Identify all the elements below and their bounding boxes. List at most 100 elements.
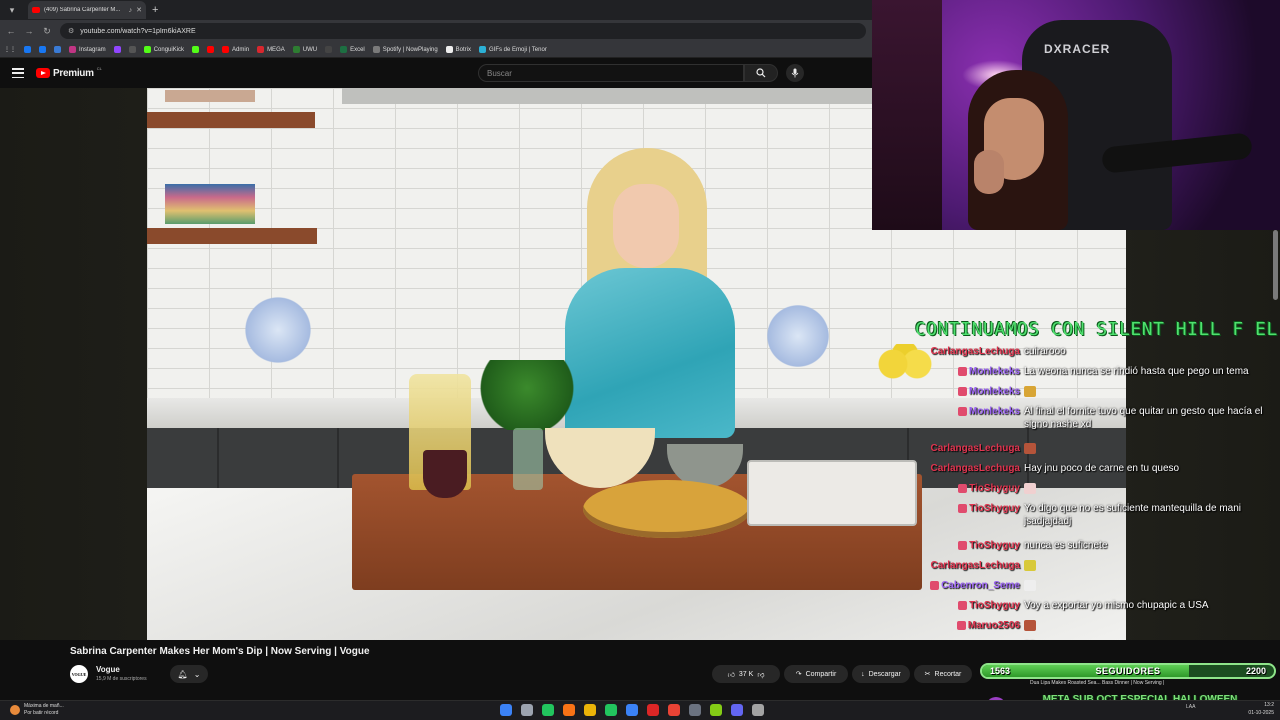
- bookmark-favicon-icon: [128, 46, 136, 53]
- system-clock[interactable]: 13:2 01-10-2025: [1238, 701, 1274, 717]
- bookmark-item[interactable]: Spotify | NowPlaying: [372, 46, 438, 53]
- video-books-stack: [165, 184, 255, 224]
- follower-goal: 2200: [1245, 666, 1266, 676]
- taskbar-app-icon[interactable]: [626, 704, 638, 716]
- bookmark-favicon-icon: [207, 46, 215, 53]
- chat-message-text: cuirarooo: [1024, 346, 1066, 357]
- tab-title: (409) Sabrina Carpenter M...: [44, 7, 121, 13]
- bookmark-item[interactable]: [128, 46, 136, 53]
- taskbar-app-icon[interactable]: [605, 704, 617, 716]
- chat-username: Maruo2506: [900, 619, 1024, 632]
- taskbar-app-icon[interactable]: [563, 704, 575, 716]
- chat-badge-icon: [930, 580, 940, 590]
- video-books: [165, 90, 255, 102]
- voice-search-button[interactable]: [786, 64, 804, 82]
- taskbar-app-icon[interactable]: [752, 704, 764, 716]
- url-field[interactable]: ⚙ youtube.com/watch?v=1pIm6kiAXRE: [60, 23, 866, 39]
- site-info-icon[interactable]: ⚙: [68, 27, 74, 35]
- language-indicator[interactable]: LAA: [1186, 704, 1195, 710]
- subscription-bell-button[interactable]: 🔔︎ ⌄: [170, 665, 208, 683]
- video-shelf-upper: [147, 112, 315, 128]
- download-button[interactable]: ↓ Descargar: [852, 665, 910, 683]
- weather-widget[interactable]: Máxima de mañ... Por batir récord: [10, 703, 64, 717]
- new-tab-button[interactable]: +: [152, 4, 158, 16]
- tab-close-icon[interactable]: ✕: [136, 6, 142, 14]
- bookmark-item[interactable]: [192, 46, 200, 53]
- bookmark-item[interactable]: UWU: [292, 46, 317, 53]
- bookmark-item[interactable]: Botrix: [445, 46, 471, 53]
- bookmark-item[interactable]: GIFs de Emoji | Tenor: [479, 46, 547, 53]
- scissors-icon: ✂: [924, 671, 931, 678]
- logo-text: Premium: [53, 67, 94, 79]
- bookmark-item[interactable]: MEGA: [257, 46, 285, 53]
- taskbar-apps: [500, 704, 764, 716]
- video-cherry-glass: [423, 450, 467, 498]
- browser-tab-bar: ▾ (409) Sabrina Carpenter M... ♪ ✕ +: [0, 0, 872, 20]
- tab-search-icon[interactable]: ▾: [4, 2, 20, 18]
- taskbar-app-icon[interactable]: [731, 704, 743, 716]
- weather-icon: [10, 705, 20, 715]
- speaker-icon[interactable]: ♪: [129, 7, 133, 14]
- like-dislike-button[interactable]: 👍︎ 37 K 👎︎: [712, 665, 780, 683]
- tab-active[interactable]: (409) Sabrina Carpenter M... ♪ ✕: [28, 1, 146, 19]
- taskbar-app-icon[interactable]: [542, 704, 554, 716]
- back-icon[interactable]: ←: [4, 24, 18, 38]
- bookmark-favicon-icon: [222, 46, 230, 53]
- reload-icon[interactable]: ↻: [40, 24, 54, 38]
- taskbar-app-icon[interactable]: [584, 704, 596, 716]
- taskbar-app-icon[interactable]: [521, 704, 533, 716]
- video-flowers-right: [765, 298, 831, 374]
- share-button[interactable]: ↷ Compartir: [784, 665, 848, 683]
- video-range-hood: [342, 88, 902, 104]
- bookmark-item[interactable]: ConguiKick: [143, 46, 184, 53]
- bookmark-item[interactable]: Instagram: [69, 46, 106, 53]
- channel-avatar[interactable]: VOGUE: [70, 665, 88, 683]
- chat-message-text: nunca es suficnete: [1024, 540, 1108, 551]
- taskbar-app-icon[interactable]: [710, 704, 722, 716]
- search-button[interactable]: [744, 64, 778, 82]
- page-scrollbar[interactable]: [1273, 230, 1278, 300]
- channel-name[interactable]: Vogue: [96, 665, 120, 674]
- chat-username: TioShyguy: [900, 502, 1024, 528]
- bookmark-item[interactable]: Admin: [222, 46, 249, 53]
- chat-text: La weona nunca se rindió hasta que pego …: [1024, 365, 1280, 378]
- search-input[interactable]: Buscar: [478, 64, 744, 82]
- forward-icon[interactable]: →: [22, 24, 36, 38]
- bookmark-item[interactable]: [113, 46, 121, 53]
- video-host: [547, 148, 747, 438]
- bookmark-item[interactable]: Excel: [340, 46, 365, 53]
- chat-emote-icon: [1024, 559, 1036, 571]
- youtube-favicon-icon: [32, 7, 40, 13]
- chat-badge-icon: [957, 406, 967, 416]
- taskbar-app-icon[interactable]: [647, 704, 659, 716]
- chat-text: Al final el fornite tuvo que quitar un g…: [1024, 405, 1280, 431]
- download-label: Descargar: [868, 670, 901, 678]
- chat-text: Voy a exportar yo mismo chupapic a USA: [1024, 599, 1280, 612]
- taskbar-app-icon[interactable]: [668, 704, 680, 716]
- chat-emote-icon: [1024, 619, 1036, 631]
- bookmark-label: Spotify | NowPlaying: [382, 46, 438, 53]
- bookmark-favicon-icon: [292, 46, 300, 53]
- youtube-logo[interactable]: Premium CL: [36, 66, 102, 79]
- chat-message: Monlekeks La weona nunca se rindió hasta …: [900, 365, 1280, 378]
- clip-button[interactable]: ✂ Recortar: [914, 665, 972, 683]
- apps-icon[interactable]: ⋮⋮: [4, 46, 16, 53]
- bookmark-item[interactable]: [54, 46, 61, 53]
- recommended-video-title[interactable]: Dua Lipa Makes Roasted Sea... Bass Dinne…: [1030, 680, 1210, 694]
- chat-message: Monlekeks: [900, 385, 1280, 398]
- chat-username-text: TioShyguy: [969, 483, 1020, 494]
- bookmark-favicon-icon: [340, 46, 348, 53]
- bookmark-item[interactable]: [24, 46, 31, 53]
- taskbar-app-icon[interactable]: [689, 704, 701, 716]
- chat-emote-icon: [1024, 385, 1036, 397]
- menu-icon[interactable]: [12, 68, 24, 78]
- bookmark-item[interactable]: [39, 46, 46, 53]
- bookmark-item[interactable]: [325, 46, 333, 53]
- chat-username-text: CarlangasLechuga: [930, 346, 1020, 357]
- follower-goal-bar: 1563 SEGUIDORES 2200: [980, 663, 1276, 679]
- video-flowers-left: [245, 288, 311, 372]
- chat-username-text: CarlangasLechuga: [930, 443, 1020, 454]
- windows-start-icon[interactable]: [500, 704, 512, 716]
- bookmark-item[interactable]: [207, 46, 215, 53]
- search-icon: [756, 68, 766, 78]
